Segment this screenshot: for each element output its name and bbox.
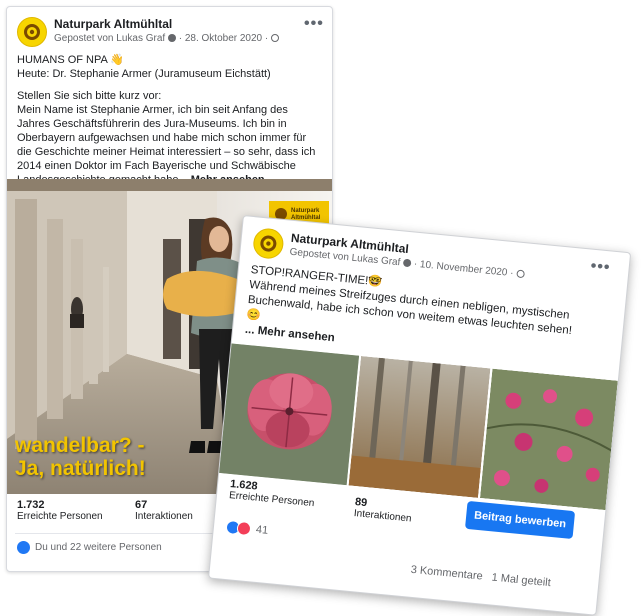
reach-label: Erreichte Personen (17, 511, 103, 522)
reactions-row[interactable]: Du und 22 weitere Personen (17, 541, 162, 554)
comments-count[interactable]: 3 Kommentare (410, 564, 483, 583)
overlay-line-1: wandelbar? - (15, 434, 145, 457)
branches-image (479, 368, 618, 511)
photo-overlay-text: wandelbar? - Ja, natürlich! (15, 434, 146, 480)
page-name-link[interactable]: Naturpark Altmühltal (54, 17, 279, 31)
photo-spindle-branches[interactable] (479, 368, 618, 511)
reach-stat: 1.628 Erreichte Personen (229, 478, 316, 509)
verified-icon (402, 258, 412, 268)
naturpark-logo-avatar[interactable] (17, 17, 47, 47)
reactions-count: 41 (255, 523, 269, 537)
overlay-line-2: Ja, natürlich! (15, 457, 146, 480)
post-meta: Gepostet von Lukas Graf · 28. Oktober 20… (54, 33, 280, 44)
interactions-value: 67 (135, 499, 148, 511)
photo-foggy-beech-forest[interactable] (348, 355, 491, 498)
photo-spindle-fruit-closeup[interactable] (219, 343, 360, 486)
post-body-text: Mein Name ist Stephanie Armer, ich bin s… (17, 104, 316, 186)
globe-icon (515, 269, 525, 279)
post-subheading: Heute: Dr. Stephanie Armer (Juramuseum E… (17, 68, 271, 80)
post-date[interactable]: 28. Oktober 2020 (185, 33, 262, 44)
post-heading: HUMANS OF NPA 👋 (17, 54, 125, 66)
like-icon (17, 541, 30, 554)
shares-count[interactable]: 1 Mal geteilt (491, 572, 551, 590)
post-text: HUMANS OF NPA 👋 Heute: Dr. Stephanie Arm… (17, 53, 322, 187)
spindle-fruit-image (219, 343, 360, 486)
svg-text:Naturpark: Naturpark (291, 208, 320, 214)
reactions-row[interactable]: 41 (225, 519, 269, 538)
reach-stat: 1.732 Erreichte Personen (17, 499, 103, 522)
reactions-text: Du und 22 weitere Personen (35, 542, 162, 553)
interactions-stat: 67 Interaktionen (135, 499, 193, 522)
verified-icon (167, 34, 176, 43)
engagement-summary: 3 Kommentare 1 Mal geteilt (410, 564, 551, 589)
promote-post-button[interactable]: Beitrag bewerben (464, 500, 576, 540)
love-icon (236, 520, 252, 537)
globe-icon (271, 34, 280, 43)
interactions-stat: 89 Interaktionen (353, 496, 413, 524)
post-header: Naturpark Altmühltal Gepostet von Lukas … (17, 17, 280, 47)
interactions-label: Interaktionen (135, 511, 193, 522)
more-options-icon[interactable]: ••• (590, 258, 611, 278)
naturpark-logo-avatar[interactable] (252, 227, 285, 260)
reach-value: 1.732 (17, 499, 45, 511)
posted-by: Gepostet von Lukas Graf (54, 33, 166, 44)
post-card-ranger-time: Naturpark Altmühltal Gepostet von Lukas … (208, 215, 632, 616)
post-body: Mein Name ist Stephanie Armer, ich bin s… (17, 103, 322, 187)
more-options-icon[interactable]: ••• (304, 15, 324, 33)
post-question: Stellen Sie sich bitte kurz vor: (17, 90, 162, 102)
forest-image (348, 355, 491, 498)
